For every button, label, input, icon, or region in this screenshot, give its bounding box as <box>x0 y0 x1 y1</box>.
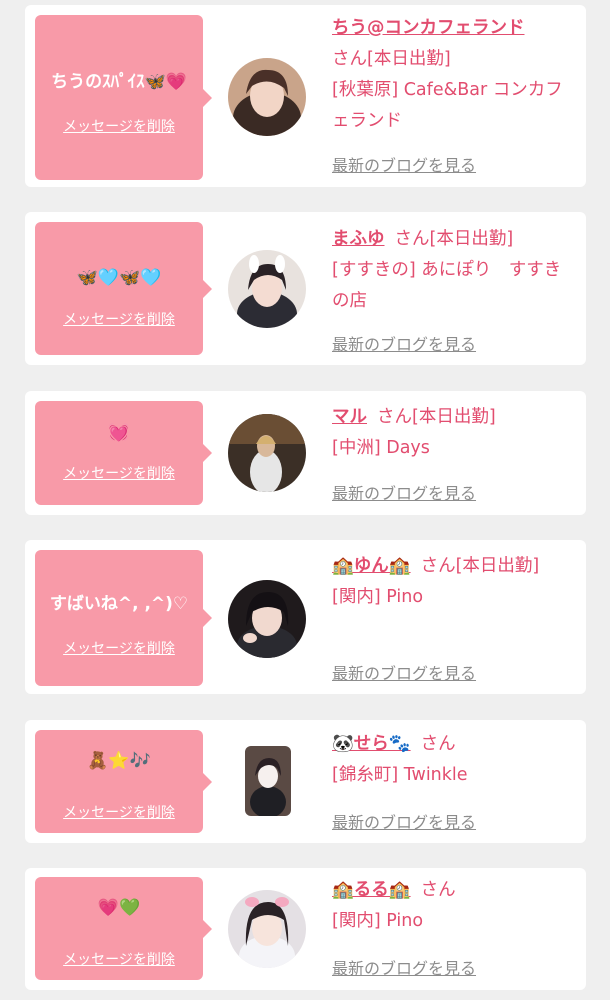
list-item: 💓 メッセージを削除 マル さん[本日出勤] [中洲] Days 最新のブログを見… <box>25 391 586 515</box>
avatar[interactable] <box>245 746 291 816</box>
avatar[interactable] <box>228 414 306 492</box>
message-text: 💓 <box>108 423 130 443</box>
work-status: [本日出勤] <box>455 556 540 576</box>
avatar[interactable] <box>228 58 306 136</box>
latest-blog-link[interactable]: 最新のブログを見る <box>332 660 476 684</box>
list-item: すばいね^, ,^)♡ メッセージを削除 🏫ゆん🏫 さん[本日出勤] [関内] P… <box>25 540 586 694</box>
work-status: [本日出勤] <box>429 229 514 249</box>
cast-info: 🏫るる🏫 さん [関内] Pino <box>332 875 564 937</box>
message-bubble: 💓 メッセージを削除 <box>35 401 212 505</box>
shop-info: [すすきの] あにぽり すすきの店 <box>332 260 562 311</box>
cast-name-link[interactable]: 🏫るる🏫 <box>332 880 411 900</box>
message-text: ちうのｽﾊﾟｲｽ🦋💗 <box>51 72 187 92</box>
latest-blog-link[interactable]: 最新のブログを見る <box>332 955 476 979</box>
cast-name-link[interactable]: まふゆ <box>332 229 385 249</box>
latest-blog-link[interactable]: 最新のブログを見る <box>332 480 476 504</box>
latest-blog-link[interactable]: 最新のブログを見る <box>332 809 476 833</box>
message-bubble: 🦋🩵🦋🩵 メッセージを削除 <box>35 222 212 355</box>
message-bubble: 💗💚 メッセージを削除 <box>35 877 212 980</box>
message-bubble: すばいね^, ,^)♡ メッセージを削除 <box>35 550 212 686</box>
cast-name-link[interactable]: ちう@コンカフェランド <box>332 18 525 38</box>
shop-info: [関内] Pino <box>332 911 424 931</box>
cast-info: マル さん[本日出勤] [中洲] Days <box>332 402 564 464</box>
san-label: さん <box>420 556 456 576</box>
san-label: さん <box>420 734 456 754</box>
cast-info: ちう@コンカフェランド さん[本日出勤] [秋葉原] Cafe&Bar コンカフ… <box>332 13 564 137</box>
list-item: 🧸⭐🎶 メッセージを削除 🐼せら🐾 さん [錦糸町] Twinkle 最新のブログ… <box>25 720 586 843</box>
cast-name-link[interactable]: マル <box>332 407 367 427</box>
delete-message-link[interactable]: メッセージを削除 <box>35 802 203 822</box>
cast-name-link[interactable]: 🐼せら🐾 <box>332 734 411 754</box>
cast-info: まふゆ さん[本日出勤] [すすきの] あにぽり すすきの店 <box>332 224 564 317</box>
work-status: [本日出勤] <box>367 49 451 69</box>
delete-message-link[interactable]: メッセージを削除 <box>35 638 203 658</box>
cast-info: 🏫ゆん🏫 さん[本日出勤] [関内] Pino <box>332 551 564 613</box>
latest-blog-link[interactable]: 最新のブログを見る <box>332 331 476 355</box>
san-label: さん <box>394 229 430 249</box>
delete-message-link[interactable]: メッセージを削除 <box>35 309 203 329</box>
san-label: さん <box>420 880 456 900</box>
message-text: 💗💚 <box>97 898 141 918</box>
message-bubble: 🧸⭐🎶 メッセージを削除 <box>35 730 212 833</box>
latest-blog-link[interactable]: 最新のブログを見る <box>332 152 476 176</box>
cast-info: 🐼せら🐾 さん [錦糸町] Twinkle <box>332 729 564 791</box>
shop-info: [錦糸町] Twinkle <box>332 765 468 785</box>
delete-message-link[interactable]: メッセージを削除 <box>35 116 203 136</box>
shop-info: [秋葉原] Cafe&Bar コンカフェランド <box>332 80 563 131</box>
work-status: [本日出勤] <box>412 407 496 427</box>
list-item: ちうのｽﾊﾟｲｽ🦋💗 メッセージを削除 ちう@コンカフェランド さん[本日出勤]… <box>25 5 586 187</box>
message-text: 🧸⭐🎶 <box>87 751 151 771</box>
cast-name-link[interactable]: 🏫ゆん🏫 <box>332 556 411 576</box>
san-label: さん <box>377 407 412 427</box>
list-item: 🦋🩵🦋🩵 メッセージを削除 まふゆ さん[本日出勤] [すすきの] あにぽり すす… <box>25 212 586 365</box>
avatar[interactable] <box>228 250 306 328</box>
message-text: すばいね^, ,^)♡ <box>49 594 189 614</box>
list-item: 💗💚 メッセージを削除 🏫るる🏫 さん [関内] Pino 最新のブログを見る <box>25 868 586 990</box>
message-text: 🦋🩵🦋🩵 <box>76 268 162 288</box>
message-bubble: ちうのｽﾊﾟｲｽ🦋💗 メッセージを削除 <box>35 15 212 180</box>
avatar[interactable] <box>228 580 306 658</box>
delete-message-link[interactable]: メッセージを削除 <box>35 463 203 483</box>
shop-info: [関内] Pino <box>332 587 424 607</box>
shop-info: [中洲] Days <box>332 438 430 458</box>
avatar[interactable] <box>228 890 306 968</box>
san-label: さん <box>332 49 367 69</box>
delete-message-link[interactable]: メッセージを削除 <box>35 949 203 969</box>
